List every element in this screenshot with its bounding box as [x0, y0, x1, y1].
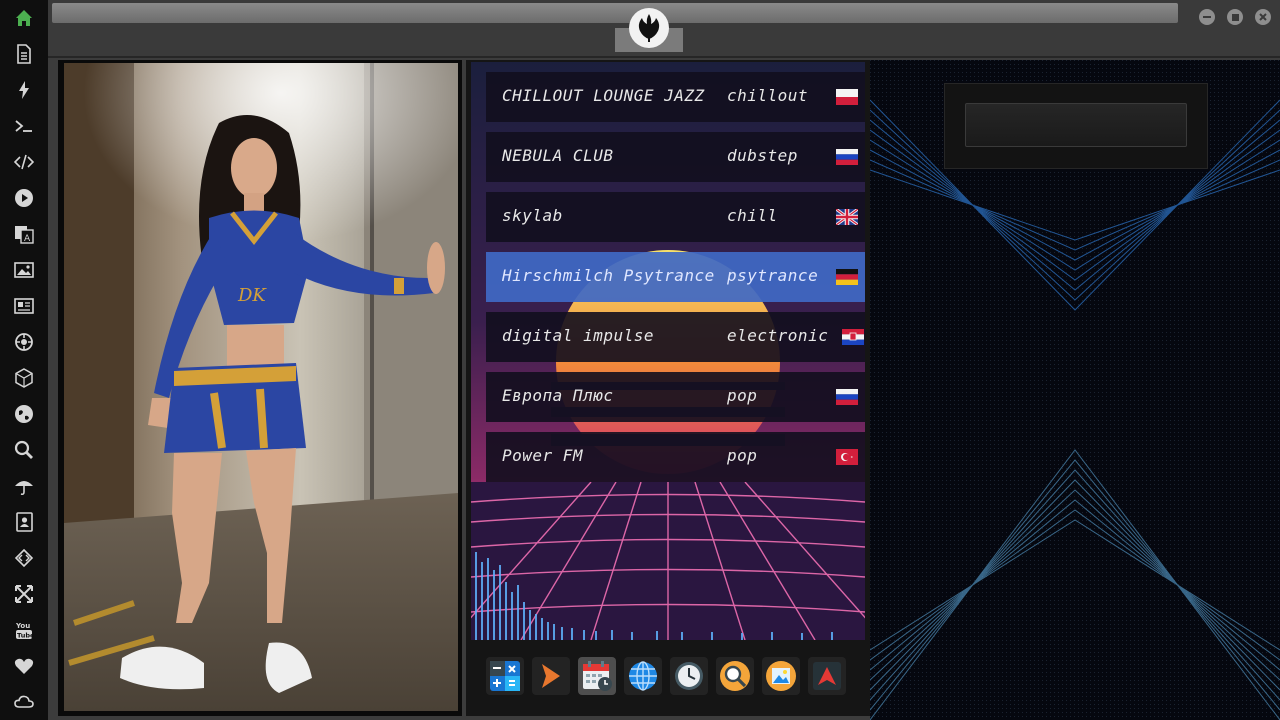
close-icon[interactable] [1255, 9, 1271, 25]
heart-icon[interactable] [12, 654, 36, 678]
tr-flag-icon [836, 449, 858, 465]
station-row-active[interactable]: Hirschmilch Psytrance psytrance [486, 252, 865, 302]
maximize-icon[interactable] [1227, 9, 1243, 25]
wallpaper-photo: DK [64, 63, 458, 711]
search-icon[interactable] [12, 438, 36, 462]
umbrella-icon[interactable] [12, 474, 36, 498]
widget-box [944, 83, 1208, 169]
code-icon[interactable] [12, 150, 36, 174]
image-icon[interactable] [12, 258, 36, 282]
rebel-alliance-logo[interactable] [629, 8, 669, 48]
station-genre: pop [727, 446, 758, 465]
station-genre: chill [727, 206, 778, 225]
station-genre: pop [727, 386, 758, 405]
search-icon[interactable] [716, 657, 754, 695]
svg-text:A: A [24, 234, 31, 244]
synthwave-background: CHILLOUT LOUNGE JAZZ chillout NEBULA CLU… [471, 62, 865, 640]
station-genre: dubstep [727, 146, 798, 165]
settings-icon[interactable] [12, 330, 36, 354]
code-brackets-icon[interactable] [12, 546, 36, 570]
contacts-icon[interactable] [12, 510, 36, 534]
cube-icon[interactable] [12, 366, 36, 390]
globe-icon[interactable] [624, 657, 662, 695]
hr-flag-icon [842, 329, 864, 345]
image-viewer-icon[interactable] [762, 657, 800, 695]
minimize-icon[interactable] [1199, 9, 1215, 25]
station-row[interactable]: digital impulse electronic [486, 312, 865, 362]
station-name: Power FM [502, 446, 584, 465]
arrow-up-icon[interactable] [808, 657, 846, 695]
widget-display [965, 103, 1187, 147]
station-name: digital impulse [502, 326, 654, 345]
bolt-icon[interactable] [12, 78, 36, 102]
ru-flag-icon [836, 389, 858, 405]
radio-panel: CHILLOUT LOUNGE JAZZ chillout NEBULA CLU… [466, 60, 870, 716]
calendar-icon[interactable] [578, 657, 616, 695]
globe-icon[interactable] [12, 402, 36, 426]
svg-text:Tube: Tube [17, 632, 34, 640]
station-row[interactable]: skylab chill [486, 192, 865, 242]
calculator-icon[interactable] [486, 657, 524, 695]
station-name: Hirschmilch Psytrance [502, 266, 715, 285]
terminal-icon[interactable] [12, 114, 36, 138]
play-icon[interactable] [12, 186, 36, 210]
pl-flag-icon [836, 89, 858, 105]
cloud-icon[interactable] [12, 690, 36, 714]
clock-icon[interactable] [670, 657, 708, 695]
station-name: skylab [502, 206, 563, 225]
sidebar: A You Tube [0, 0, 48, 720]
station-name: CHILLOUT LOUNGE JAZZ [502, 86, 705, 105]
news-icon[interactable] [12, 294, 36, 318]
photo-panel: DK [58, 60, 462, 716]
right-panel [870, 60, 1280, 720]
terminal-arrow-icon[interactable] [532, 657, 570, 695]
station-name: Европа Плюс [502, 386, 614, 405]
translate-icon[interactable]: A [12, 222, 36, 246]
station-row[interactable]: Power FM pop [486, 432, 865, 482]
de-flag-icon [836, 269, 858, 285]
station-genre: chillout [727, 86, 809, 105]
station-row[interactable]: Европа Плюс pop [486, 372, 865, 422]
station-row[interactable]: NEBULA CLUB dubstep [486, 132, 865, 182]
top-search-bar[interactable] [52, 3, 1178, 23]
document-icon[interactable] [12, 42, 36, 66]
station-name: NEBULA CLUB [502, 146, 614, 165]
gb-flag-icon [836, 209, 858, 225]
station-genre: psytrance [727, 266, 819, 285]
svg-text:DK: DK [237, 285, 267, 306]
home-icon[interactable] [12, 6, 36, 30]
svg-text:You: You [15, 622, 30, 630]
station-genre: electronic [727, 326, 829, 345]
top-bar [48, 0, 1280, 58]
ru-flag-icon [836, 149, 858, 165]
station-row[interactable]: CHILLOUT LOUNGE JAZZ chillout [486, 72, 865, 122]
fullscreen-icon[interactable] [12, 582, 36, 606]
youtube-icon[interactable]: You Tube [12, 618, 36, 642]
app-dock [486, 653, 852, 699]
